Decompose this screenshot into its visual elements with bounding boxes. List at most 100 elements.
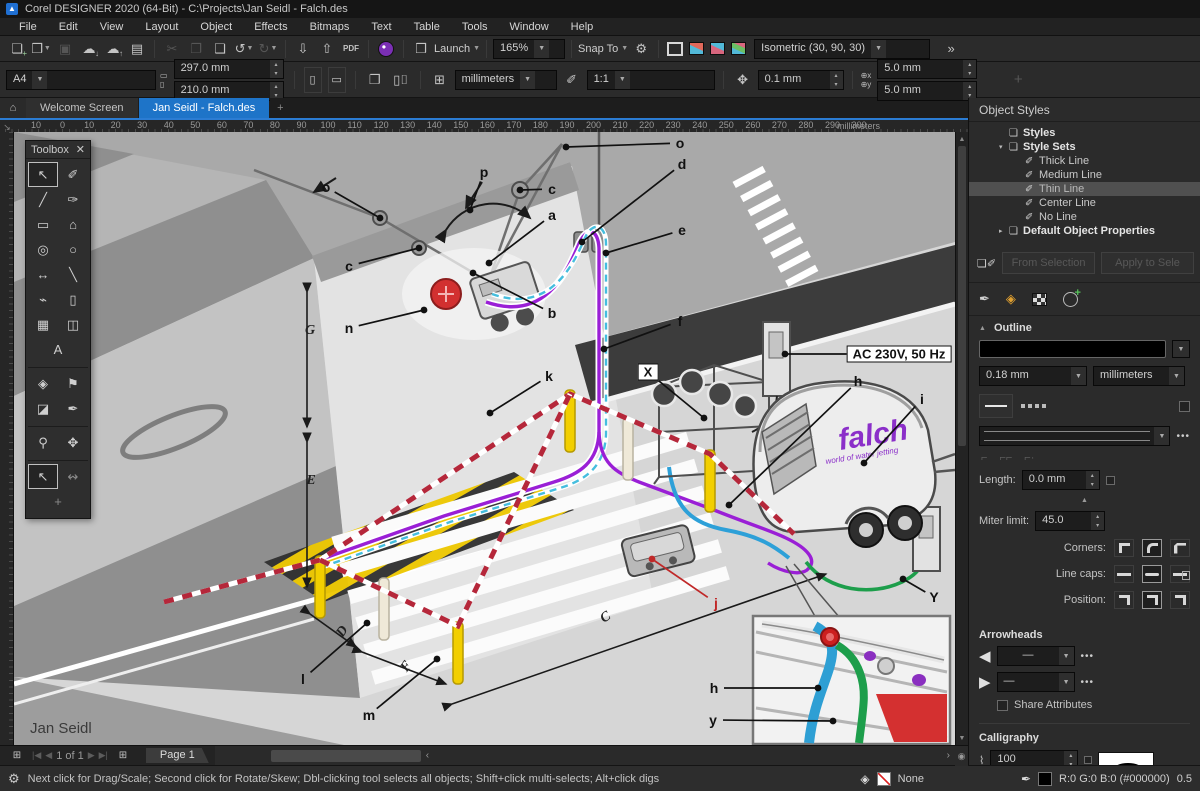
tree-row[interactable]: Styles [969, 126, 1200, 140]
menu-item[interactable]: Text [360, 21, 402, 33]
page-size-dropdown[interactable]: A4▼ [6, 70, 156, 90]
share-attributes-checkbox[interactable] [997, 700, 1008, 711]
menu-item[interactable]: Table [403, 21, 451, 33]
current-page-icon[interactable]: ❐ [364, 70, 386, 90]
fill-attr-icon[interactable]: ◈ [1006, 291, 1016, 307]
line-style-dropdown[interactable]: ▼ [979, 426, 1170, 446]
welcome-home-icon[interactable]: ⌂ [0, 98, 26, 118]
cap-round-button[interactable] [1142, 565, 1162, 583]
projected-axes-icon-3[interactable] [731, 42, 746, 55]
line-tool[interactable]: ╲ [58, 262, 88, 287]
menu-item[interactable]: Tools [451, 21, 499, 33]
shape-group-tool[interactable]: ◫ [58, 312, 88, 337]
shape-tool[interactable]: ✐ [58, 162, 88, 187]
scroll-up-icon[interactable]: ▲ [956, 132, 968, 146]
connector-tool[interactable]: ⌁ [28, 287, 58, 312]
add-tool-button[interactable]: + [28, 489, 88, 514]
page-tab[interactable]: Page 1 [146, 748, 209, 763]
snap-to-label[interactable]: Snap To [578, 43, 618, 55]
first-page-icon[interactable]: |◀ [32, 750, 41, 761]
transparency-attr-icon[interactable] [1032, 293, 1047, 306]
toolbox-close-icon[interactable]: ✕ [76, 143, 85, 156]
horizontal-scroll-thumb[interactable] [271, 750, 421, 762]
start-arrowhead-more-button[interactable]: ••• [1081, 651, 1095, 662]
projection-dropdown[interactable]: Isometric (30, 90, 30)▼ [754, 39, 930, 59]
line-style-button[interactable] [979, 394, 1013, 418]
print-icon[interactable]: ▤ [126, 39, 148, 59]
pan-tool[interactable]: ✥ [58, 430, 88, 455]
tree-row[interactable]: Thin Line [969, 182, 1200, 196]
tab-document[interactable]: Jan Seidl - Falch.des [139, 98, 270, 118]
apply-to-selected-button[interactable]: Apply to Sele [1101, 252, 1194, 274]
units-dropdown[interactable]: millimeters▼ [455, 70, 557, 90]
projected-axes-icon-2[interactable] [710, 42, 725, 55]
drawing-scale-dropdown[interactable]: 1:1▼ [587, 70, 715, 90]
open-icon[interactable]: ❒▼ [30, 39, 52, 59]
import-icon[interactable]: ⇩ [292, 39, 314, 59]
toolbar-overflow-chevron[interactable]: » [940, 39, 962, 59]
launch-icon[interactable]: ❒ [410, 39, 432, 59]
scroll-right-icon[interactable]: › [942, 750, 955, 761]
end-arrowhead-dropdown[interactable]: —▼ [997, 672, 1075, 692]
corel-cloud-icon[interactable] [375, 39, 397, 59]
text-tool[interactable]: A [28, 337, 88, 362]
dimension-tool[interactable]: ↔ [28, 262, 58, 287]
fill-none-swatch[interactable] [877, 772, 891, 786]
menu-item[interactable]: Edit [48, 21, 89, 33]
horizontal-ruler[interactable]: millimeters ↘ 10010203040506070809010011… [0, 118, 968, 132]
add-page-before-icon[interactable]: ⊞ [6, 746, 28, 766]
line-style-more-button[interactable]: ••• [1176, 431, 1190, 442]
redo-icon[interactable]: ↻▼ [257, 39, 279, 59]
stretch-spinner[interactable]: 100 ▴▾ [990, 750, 1078, 765]
zoom-level-dropdown[interactable]: 165%▼ [493, 39, 565, 59]
behind-fill-checkbox[interactable] [1179, 401, 1190, 412]
start-arrowhead-dropdown[interactable]: —▼ [997, 646, 1075, 666]
undo-icon[interactable]: ↺▼ [233, 39, 255, 59]
status-gear-icon[interactable]: ⚙ [8, 771, 20, 787]
new-document-icon[interactable]: ❏+ [6, 39, 28, 59]
pen-tool[interactable]: ✑ [58, 187, 88, 212]
menu-item[interactable]: Object [189, 21, 243, 33]
outline-color-bar[interactable] [979, 340, 1166, 358]
tree-row[interactable]: Thick Line [969, 154, 1200, 168]
from-selection-button[interactable]: From Selection [1002, 252, 1095, 274]
vertical-ruler[interactable] [0, 132, 14, 745]
save-icon[interactable]: ▣ [54, 39, 76, 59]
callout-tool[interactable]: ⚑ [58, 371, 88, 396]
publish-pdf-icon[interactable]: PDF [340, 39, 362, 59]
landscape-button[interactable]: ▭ [328, 67, 346, 93]
position-center-button[interactable] [1142, 591, 1162, 609]
paste-icon[interactable]: ❑ [209, 39, 231, 59]
scroll-left-icon[interactable]: ‹ [421, 750, 434, 761]
menu-item[interactable]: Bitmaps [299, 21, 361, 33]
vertical-scrollbar[interactable]: ▲ ▼ [955, 132, 968, 745]
zoom-tool[interactable]: ⚲ [28, 430, 58, 455]
menu-item[interactable]: Window [499, 21, 560, 33]
add-page-after-icon[interactable]: ⊞ [112, 746, 134, 766]
cut-icon[interactable]: ✂ [161, 39, 183, 59]
cloud-upload-icon[interactable]: ☁↑ [102, 39, 124, 59]
rectangle-tool[interactable]: ▭ [28, 212, 58, 237]
projected-axes-icon-1[interactable] [689, 42, 704, 55]
tree-twisty-icon[interactable] [999, 227, 1009, 235]
calligraphy-lock-checkbox[interactable] [1084, 756, 1092, 764]
pick-tool-2[interactable]: ↖ [28, 464, 58, 489]
menu-item[interactable]: Layout [134, 21, 189, 33]
drawing-scale-icon[interactable]: ✐ [561, 70, 583, 90]
outline-color-swatch[interactable] [1038, 772, 1052, 786]
outline-units-dropdown[interactable]: millimeters▼ [1093, 366, 1185, 386]
tree-row[interactable]: Style Sets [969, 140, 1200, 154]
drawing-canvas[interactable]: falch world of water jetting [14, 132, 955, 745]
corner-miter-button[interactable] [1114, 539, 1134, 557]
snap-dropdown-arrow[interactable]: ▼ [621, 45, 628, 52]
cylinder-tool[interactable]: ▯ [58, 287, 88, 312]
scroll-down-icon[interactable]: ▼ [956, 731, 968, 745]
polygon-tool[interactable]: ⌂ [58, 212, 88, 237]
corner-round-button[interactable] [1142, 539, 1162, 557]
tree-row[interactable]: Center Line [969, 196, 1200, 210]
duplicate-x-spinner[interactable]: 5.0 mm ▴▾ [877, 59, 977, 79]
new-style-from-selection-icon[interactable]: ❏✐ [977, 257, 996, 270]
tree-row[interactable]: Medium Line [969, 168, 1200, 182]
collapse-outline-icon[interactable]: ▲ [979, 325, 986, 332]
divider[interactable] [28, 362, 88, 368]
